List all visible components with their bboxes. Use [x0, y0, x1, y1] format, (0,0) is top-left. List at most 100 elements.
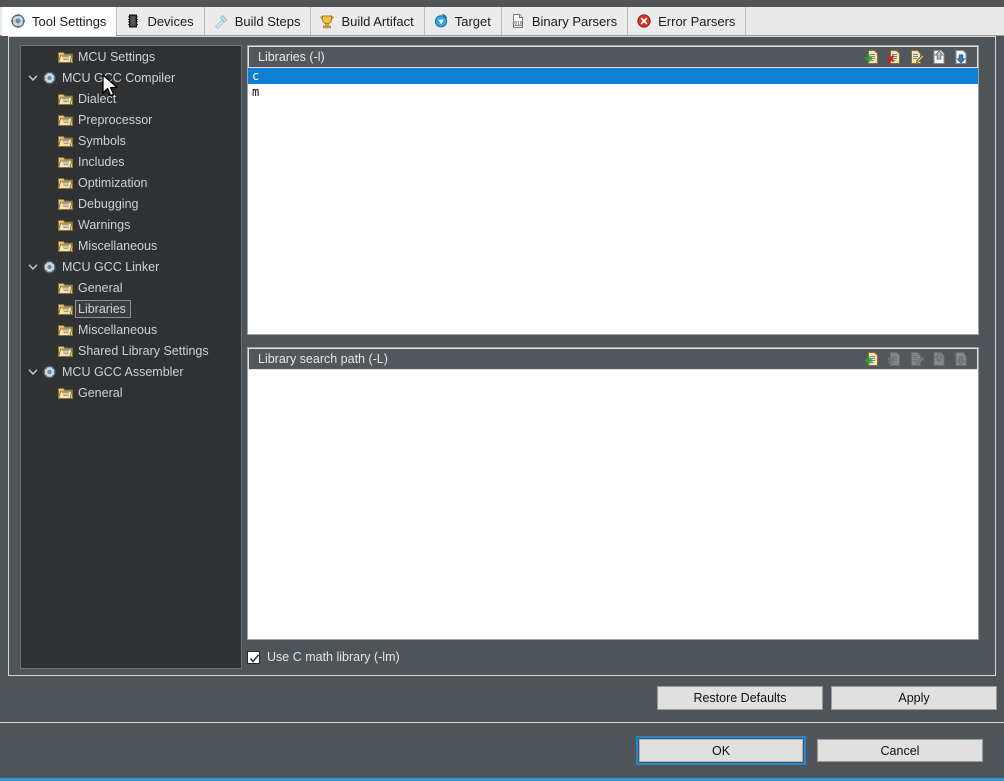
tree-item-label: Includes: [78, 154, 125, 169]
edit-icon: [908, 350, 926, 368]
button-separator: [0, 722, 1004, 723]
twisty-empty: [25, 322, 41, 338]
folder-icon: [57, 49, 74, 65]
tree-item-label: Miscellaneous: [78, 322, 158, 337]
tree-item-label: Dialect: [78, 91, 117, 106]
build-steps-icon: [213, 13, 229, 30]
tree-item-label: General: [78, 280, 123, 295]
tree-item-debugging[interactable]: Debugging: [21, 193, 241, 214]
tab-label: Target: [454, 13, 491, 29]
tab-binary-parsers[interactable]: 010 Binary Parsers: [501, 7, 629, 35]
move-up-icon[interactable]: [930, 48, 948, 66]
twisty-empty: [25, 91, 41, 107]
tab-target[interactable]: Target: [424, 7, 502, 35]
tab-devices[interactable]: Devices: [117, 7, 205, 35]
tab-build-artifact[interactable]: Build Artifact: [311, 7, 425, 35]
use-c-math-library-row[interactable]: Use C math library (-lm): [247, 648, 400, 666]
tree-item-shared-library-settings[interactable]: Shared Library Settings: [21, 340, 241, 361]
tree-item-label: MCU GCC Assembler: [62, 364, 184, 379]
tree-item-label: Debugging: [78, 196, 139, 211]
move-down-icon[interactable]: [952, 48, 970, 66]
library-search-path-listbox[interactable]: Library search path (-L): [247, 347, 979, 640]
button-label: Restore Defaults: [693, 691, 787, 705]
add-icon[interactable]: [864, 350, 882, 368]
move-up-icon: [930, 350, 948, 368]
tree-item-dialect[interactable]: Dialect: [21, 88, 241, 109]
tree-item-miscellaneous[interactable]: Miscellaneous: [21, 319, 241, 340]
libraries-listbox[interactable]: Libraries (-l) c m: [247, 45, 979, 335]
twisty-empty: [25, 196, 41, 212]
twisty-empty: [25, 49, 41, 65]
settings-content-frame: MCU Settings MCU GCC Compiler Dialect Pr…: [8, 36, 996, 676]
tab-label: Build Steps: [234, 13, 301, 29]
libraries-title: Libraries (-l): [258, 50, 325, 64]
dialog-body: MCU Settings MCU GCC Compiler Dialect Pr…: [0, 36, 1004, 781]
tree-item-mcu-gcc-linker[interactable]: MCU GCC Linker: [21, 256, 241, 277]
folder-icon: [57, 385, 74, 401]
libraries-list[interactable]: cm: [248, 68, 978, 334]
tree-item-includes[interactable]: Includes: [21, 151, 241, 172]
chevron-down-icon[interactable]: [25, 364, 41, 380]
folder-icon: [57, 301, 74, 317]
cancel-button[interactable]: Cancel: [817, 739, 983, 762]
tree-item-mcu-settings[interactable]: MCU Settings: [21, 46, 241, 67]
libraries-toolbar: [864, 48, 973, 66]
apply-button[interactable]: Apply: [831, 686, 997, 710]
tree-item-preprocessor[interactable]: Preprocessor: [21, 109, 241, 130]
settings-icon: [41, 259, 58, 275]
delete-icon: [886, 350, 904, 368]
libraries-header: Libraries (-l): [248, 46, 978, 68]
folder-icon: [57, 133, 74, 149]
tree-item-mcu-gcc-compiler[interactable]: MCU GCC Compiler: [21, 67, 241, 88]
library-search-path-header: Library search path (-L): [248, 348, 978, 370]
settings-icon: [41, 364, 58, 380]
tree-item-symbols[interactable]: Symbols: [21, 130, 241, 151]
tree-item-optimization[interactable]: Optimization: [21, 172, 241, 193]
add-icon[interactable]: [864, 48, 882, 66]
use-c-math-library-checkbox[interactable]: [247, 650, 260, 664]
chevron-down-icon[interactable]: [25, 70, 41, 86]
tree-item-label: Preprocessor: [78, 112, 153, 127]
folder-icon: [57, 322, 74, 338]
tree-item-label: MCU Settings: [78, 49, 156, 64]
delete-icon[interactable]: [886, 48, 904, 66]
settings-tree[interactable]: MCU Settings MCU GCC Compiler Dialect Pr…: [20, 45, 242, 669]
tree-item-miscellaneous[interactable]: Miscellaneous: [21, 235, 241, 256]
tree-item-label: Symbols: [78, 133, 126, 148]
list-item[interactable]: m: [248, 84, 978, 100]
chevron-down-icon[interactable]: [25, 259, 41, 275]
tree-item-general[interactable]: General: [21, 382, 241, 403]
folder-icon: [57, 175, 74, 191]
tab-label: Build Artifact: [341, 13, 414, 29]
list-item[interactable]: c: [248, 68, 978, 84]
twisty-empty: [25, 280, 41, 296]
library-search-path-list[interactable]: [248, 370, 978, 639]
use-c-math-library-label: Use C math library (-lm): [267, 650, 400, 664]
tool-settings-icon: [10, 13, 26, 29]
folder-icon: [57, 154, 74, 170]
tree-item-warnings[interactable]: Warnings: [21, 214, 241, 235]
tree-item-label: Warnings: [78, 217, 131, 232]
tab-build-steps[interactable]: Build Steps: [204, 7, 312, 35]
twisty-empty: [25, 217, 41, 233]
button-label: OK: [711, 743, 731, 758]
twisty-empty: [25, 133, 41, 149]
button-label: Apply: [898, 691, 930, 705]
tree-item-general[interactable]: General: [21, 277, 241, 298]
tree-item-label: Libraries: [75, 299, 131, 318]
tab-label: Error Parsers: [658, 13, 736, 29]
tree-item-label: Optimization: [78, 175, 148, 190]
twisty-empty: [25, 238, 41, 254]
folder-icon: [57, 112, 74, 128]
twisty-empty: [25, 301, 41, 317]
tab-tool-settings[interactable]: Tool Settings: [2, 7, 118, 36]
tree-item-libraries[interactable]: Libraries: [21, 298, 241, 319]
edit-icon[interactable]: [908, 48, 926, 66]
tree-item-label: MCU GCC Linker: [62, 259, 160, 274]
tree-item-label: Shared Library Settings: [78, 343, 209, 358]
tab-error-parsers[interactable]: Error Parsers: [628, 7, 747, 35]
tree-item-mcu-gcc-assembler[interactable]: MCU GCC Assembler: [21, 361, 241, 382]
twisty-empty: [25, 175, 41, 191]
ok-button[interactable]: OK: [636, 736, 806, 765]
restore-defaults-button[interactable]: Restore Defaults: [657, 686, 823, 710]
